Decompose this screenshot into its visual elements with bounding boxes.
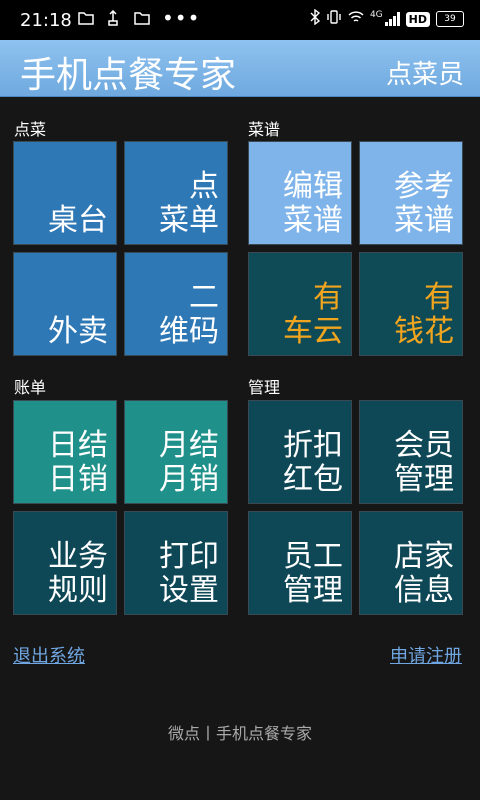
section-manage-label: 管理 xyxy=(248,378,281,397)
tile-edit-menu[interactable]: 编辑 菜谱 xyxy=(248,141,352,245)
register-link[interactable]: 申请注册 xyxy=(390,642,462,668)
battery-icon: 39 xyxy=(436,11,464,27)
tile-table[interactable]: 桌台 xyxy=(13,141,117,245)
tile-table-label: 桌台 xyxy=(48,203,108,238)
tile-qr-code-label: 二 维码 xyxy=(159,280,219,349)
tile-discount[interactable]: 折扣 红包 xyxy=(248,400,352,504)
folder-icon xyxy=(78,10,94,29)
tile-reference-menu-label: 参考 菜谱 xyxy=(394,169,454,238)
app-title: 手机点餐专家 xyxy=(20,55,237,96)
tile-discount-label: 折扣 红包 xyxy=(283,428,343,497)
more-notifications-icon: ••• xyxy=(162,6,201,30)
folder-icon-2 xyxy=(134,10,150,29)
title-bar: 手机点餐专家 点菜员 xyxy=(0,40,480,97)
logout-link[interactable]: 退出系统 xyxy=(13,642,85,668)
signal-icon xyxy=(384,12,400,26)
bluetooth-icon xyxy=(310,8,321,29)
tile-monthly-settlement[interactable]: 月结 月销 xyxy=(124,400,228,504)
tile-edit-menu-label: 编辑 菜谱 xyxy=(283,169,343,238)
tile-business-rules-label: 业务 规则 xyxy=(48,539,108,608)
tile-reference-menu[interactable]: 参考 菜谱 xyxy=(359,141,463,245)
usb-icon xyxy=(106,9,120,30)
tile-staff-management-label: 员工 管理 xyxy=(283,539,343,608)
tile-print-settings-label: 打印 设置 xyxy=(159,539,219,608)
user-role: 点菜员 xyxy=(385,60,464,90)
tile-order-list-label: 点 菜单 xyxy=(159,169,219,238)
tile-staff-management[interactable]: 员工 管理 xyxy=(248,511,352,615)
tile-takeout-label: 外卖 xyxy=(48,314,108,349)
tile-members[interactable]: 会员 管理 xyxy=(359,400,463,504)
status-bar: 21:18 ••• 4G HD 39 xyxy=(0,0,480,40)
tile-daily-settlement-label: 日结 日销 xyxy=(48,428,108,497)
tile-store-info[interactable]: 店家 信息 xyxy=(359,511,463,615)
tile-cloud[interactable]: 有 车云 xyxy=(248,252,352,356)
tile-print-settings[interactable]: 打印 设置 xyxy=(124,511,228,615)
tile-money-flower-label: 有 钱花 xyxy=(394,280,454,349)
section-order-label: 点菜 xyxy=(14,120,47,139)
tile-takeout[interactable]: 外卖 xyxy=(13,252,117,356)
tile-members-label: 会员 管理 xyxy=(394,428,454,497)
tile-business-rules[interactable]: 业务 规则 xyxy=(13,511,117,615)
tile-qr-code[interactable]: 二 维码 xyxy=(124,252,228,356)
section-bills-label: 账单 xyxy=(14,378,47,397)
tile-monthly-settlement-label: 月结 月销 xyxy=(159,428,219,497)
network-type: 4G xyxy=(369,10,383,20)
hd-badge: HD xyxy=(405,11,430,27)
tile-cloud-label: 有 车云 xyxy=(283,280,343,349)
status-time: 21:18 xyxy=(20,10,72,31)
wifi-icon xyxy=(348,10,364,28)
tile-daily-settlement[interactable]: 日结 日销 xyxy=(13,400,117,504)
section-menu-label: 菜谱 xyxy=(248,120,281,139)
tile-store-info-label: 店家 信息 xyxy=(394,539,454,608)
footer-text: 微点丨手机点餐专家 xyxy=(167,724,312,743)
vibrate-icon xyxy=(326,9,342,29)
status-right-icons: 4G HD 39 xyxy=(310,8,464,29)
tile-money-flower[interactable]: 有 钱花 xyxy=(359,252,463,356)
tile-order-list[interactable]: 点 菜单 xyxy=(124,141,228,245)
